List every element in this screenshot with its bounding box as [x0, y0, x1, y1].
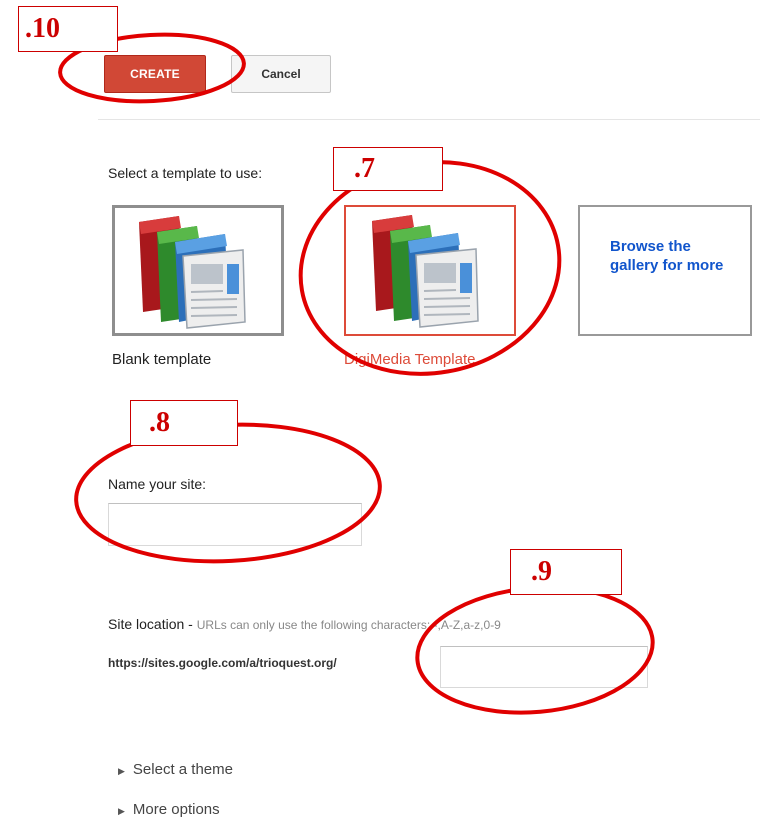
annotation-label-10: .10 [18, 6, 118, 52]
site-location-hint: URLs can only use the following characte… [196, 618, 501, 632]
site-location-separator: - [184, 616, 197, 632]
divider [98, 119, 760, 120]
site-location-input[interactable] [440, 646, 648, 688]
more-options-toggle[interactable]: ▶ More options [118, 801, 220, 818]
select-theme-label: Select a theme [132, 761, 233, 778]
blank-template-caption: Blank template [112, 351, 212, 368]
annotation-label-7: .7 [333, 147, 443, 191]
browse-gallery-link[interactable]: Browse the gallery for more [610, 237, 740, 275]
triangle-right-icon: ▶ [118, 766, 125, 776]
site-location-label: Site location [108, 616, 185, 632]
select-theme-toggle[interactable]: ▶ Select a theme [118, 761, 233, 778]
digimedia-template-caption: DigiMedia Template [344, 351, 476, 368]
more-options-label: More options [132, 801, 220, 818]
sites-template-icon [139, 216, 246, 329]
browse-gallery-card[interactable]: Browse the gallery for more [578, 205, 752, 336]
annotation-label-8: .8 [130, 400, 238, 446]
site-location-row: Site location - URLs can only use the fo… [108, 616, 501, 634]
create-button[interactable]: CREATE [104, 55, 206, 93]
digimedia-template-card[interactable] [344, 205, 516, 336]
triangle-right-icon: ▶ [118, 806, 125, 816]
site-url-prefix: https://sites.google.com/a/trioquest.org… [108, 656, 337, 670]
annotation-overlay [58, 32, 655, 715]
annotation-label-9: .9 [510, 549, 622, 595]
site-name-input[interactable] [108, 503, 362, 546]
template-section-label: Select a template to use: [108, 165, 263, 181]
cancel-button[interactable]: Cancel [231, 55, 331, 93]
blank-template-card[interactable] [112, 205, 284, 336]
site-name-label: Name your site: [108, 476, 207, 492]
sites-template-icon [372, 215, 479, 328]
